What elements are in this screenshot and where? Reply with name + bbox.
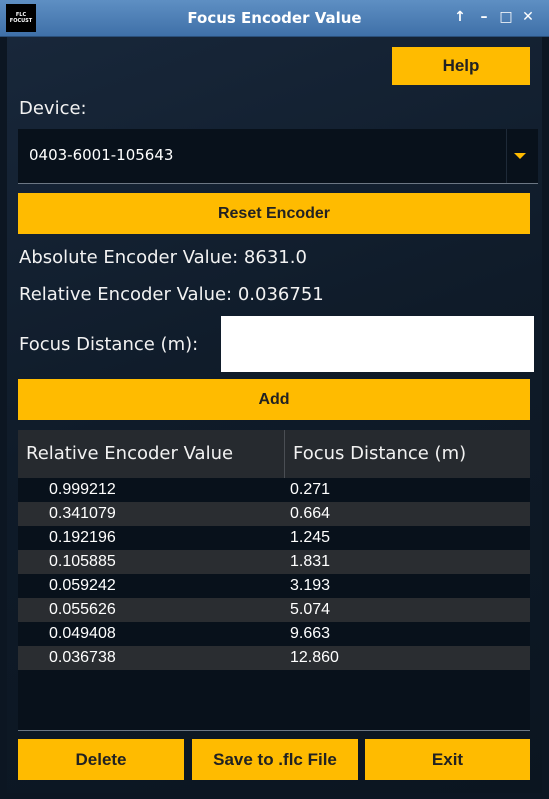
cell-focus-distance: 5.074	[290, 601, 331, 618]
keep-above-icon[interactable]: ↑	[452, 8, 468, 26]
title-bar: FLC FOCUST Focus Encoder Value ↑ – □ ✕	[0, 0, 549, 37]
cell-relative-encoder: 0.105885	[49, 553, 116, 570]
cell-relative-encoder: 0.999212	[49, 481, 116, 498]
table-row[interactable]: 0.036738 12.860	[18, 646, 530, 670]
cell-focus-distance: 9.663	[290, 625, 331, 642]
device-label: Device:	[19, 98, 87, 119]
cell-relative-encoder: 0.341079	[49, 505, 116, 522]
delete-button[interactable]: Delete	[18, 739, 184, 780]
table-row[interactable]: 0.049408 9.663	[18, 622, 530, 646]
table-row[interactable]: 0.105885 1.831	[18, 550, 530, 574]
chevron-down-icon[interactable]	[514, 153, 526, 159]
table-row[interactable]: 0.192196 1.245	[18, 526, 530, 550]
cell-focus-distance: 1.245	[290, 529, 331, 546]
exit-button[interactable]: Exit	[365, 739, 530, 780]
cell-focus-distance: 0.271	[290, 481, 331, 498]
cell-relative-encoder: 0.192196	[49, 529, 116, 546]
column-header-relative-encoder[interactable]: Relative Encoder Value	[18, 430, 285, 478]
select-divider	[506, 129, 507, 183]
table-row[interactable]: 0.341079 0.664	[18, 502, 530, 526]
maximize-icon[interactable]: □	[498, 8, 514, 26]
column-header-focus-distance[interactable]: Focus Distance (m)	[285, 430, 530, 478]
main-panel: Help Device: 0403-6001-105643 Reset Enco…	[7, 37, 542, 793]
cell-focus-distance: 12.860	[290, 649, 339, 666]
device-select[interactable]: 0403-6001-105643	[18, 129, 538, 184]
cell-relative-encoder: 0.059242	[49, 577, 116, 594]
cell-focus-distance: 1.831	[290, 553, 331, 570]
table-row[interactable]: 0.059242 3.193	[18, 574, 530, 598]
table-row[interactable]: 0.055626 5.074	[18, 598, 530, 622]
device-select-value: 0403-6001-105643	[29, 146, 174, 164]
cell-focus-distance: 0.664	[290, 505, 331, 522]
add-button[interactable]: Add	[18, 379, 530, 420]
focus-distance-label: Focus Distance (m):	[19, 334, 199, 355]
reset-encoder-button[interactable]: Reset Encoder	[18, 193, 530, 234]
absolute-encoder-value: Absolute Encoder Value: 8631.0	[19, 247, 307, 268]
cell-focus-distance: 3.193	[290, 577, 331, 594]
table-row[interactable]: 0.999212 0.271	[18, 478, 530, 502]
focus-distance-input[interactable]	[221, 316, 534, 372]
table-bottom-divider	[18, 730, 530, 731]
relative-encoder-value: Relative Encoder Value: 0.036751	[19, 284, 324, 305]
cell-relative-encoder: 0.036738	[49, 649, 116, 666]
cell-relative-encoder: 0.049408	[49, 625, 116, 642]
table-header: Relative Encoder Value Focus Distance (m…	[18, 430, 530, 478]
encoder-table[interactable]: Relative Encoder Value Focus Distance (m…	[18, 430, 530, 730]
close-icon[interactable]: ✕	[520, 8, 536, 26]
cell-relative-encoder: 0.055626	[49, 601, 116, 618]
help-button[interactable]: Help	[392, 47, 530, 85]
save-flc-button[interactable]: Save to .flc File	[192, 739, 358, 780]
minimize-icon[interactable]: –	[476, 8, 492, 26]
